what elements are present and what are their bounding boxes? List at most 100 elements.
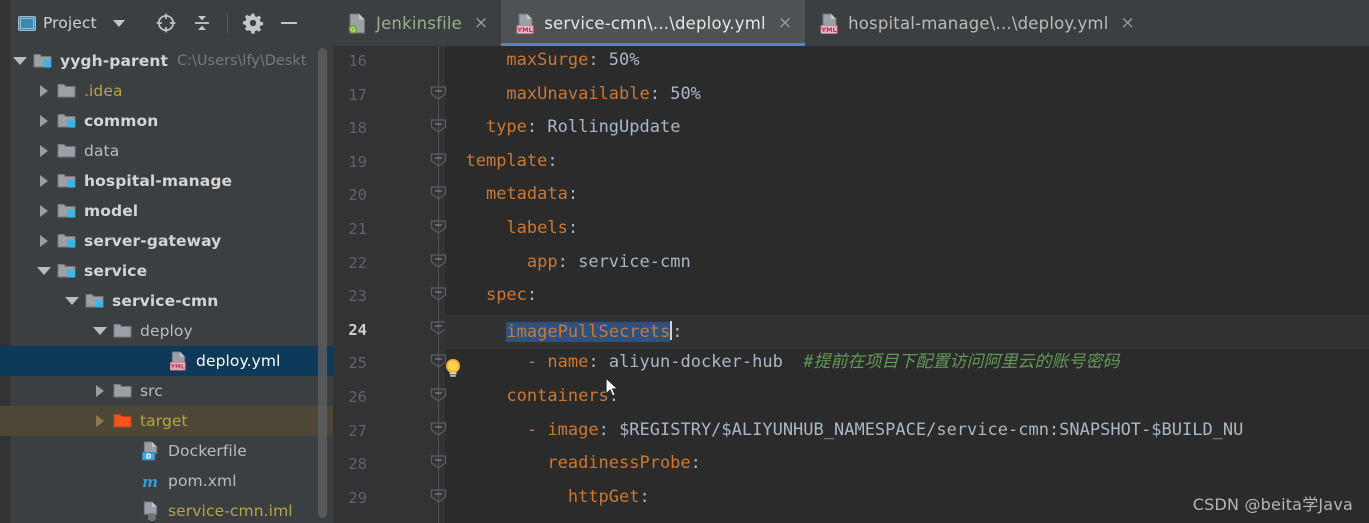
code-line[interactable]: containers: [445, 388, 619, 405]
code-line[interactable]: readinessProbe: [445, 455, 701, 472]
tree-node-label: target [140, 412, 188, 430]
iml-file-icon: _ [141, 501, 161, 521]
tree-node-label: deploy.yml [196, 352, 281, 370]
locate-target-icon[interactable] [155, 12, 177, 34]
module-folder-icon [57, 111, 77, 131]
tree-node-dockerfile[interactable]: D Dockerfile [0, 436, 333, 466]
twisty-expanded-icon[interactable] [36, 263, 52, 279]
twisty-collapsed-icon[interactable] [36, 233, 52, 249]
svg-text:_: _ [149, 515, 153, 521]
tree-node-common[interactable]: common [0, 106, 333, 136]
code-line[interactable]: spec: [445, 287, 537, 304]
tree-node-service-cmn[interactable]: service-cmn [0, 286, 333, 316]
code-editor[interactable]: 16 17 18 19 20 21 22 23 24 25 26 27 28 29 maxSurge: 5… [333, 46, 1369, 523]
line-number: 27 [348, 421, 367, 440]
code-line[interactable]: type: RollingUpdate [445, 119, 681, 136]
tree-node-label: service [84, 262, 148, 280]
tree-node-label: deploy [140, 322, 193, 340]
top-bar: Project G Jenkinsfile × YML service-cmn\… [0, 0, 1369, 46]
tree-node-label: pom.xml [168, 472, 237, 490]
module-folder-icon [57, 261, 77, 281]
line-number: 16 [348, 52, 367, 70]
yml-file-icon: YML [820, 13, 839, 34]
code-line[interactable]: labels: [445, 220, 578, 237]
line-number: 17 [348, 85, 367, 104]
code-line[interactable]: maxSurge: 50% [445, 52, 639, 69]
tree-node-label: server-gateway [84, 232, 222, 250]
tree-node-label: src [140, 382, 163, 400]
code-line[interactable]: httpGet: [445, 488, 650, 506]
tree-node-src[interactable]: src [0, 376, 333, 406]
code-line[interactable]: imagePullSecrets: [445, 320, 682, 342]
settings-gear-icon[interactable] [242, 12, 264, 34]
tree-node-label: .idea [84, 82, 123, 100]
tree-node-label: hospital-manage [84, 172, 233, 190]
line-number: 20 [348, 186, 367, 205]
close-icon[interactable]: × [1121, 14, 1135, 32]
tree-node-target[interactable]: target [0, 406, 333, 436]
close-icon[interactable]: × [778, 14, 792, 32]
project-label: Project [43, 14, 97, 32]
twisty-collapsed-icon[interactable] [36, 143, 52, 159]
tree-node-idea[interactable]: .idea [0, 76, 333, 106]
twisty-none [120, 503, 136, 519]
twisty-expanded-icon[interactable] [12, 53, 28, 69]
svg-text:D: D [146, 453, 152, 461]
line-number: 21 [348, 220, 367, 238]
dropdown-caret-icon[interactable] [112, 19, 125, 27]
code-line[interactable]: - image: $REGISTRY/$ALIYUNHUB_NAMESPACE/… [445, 421, 1244, 439]
yml-file-icon: YML [169, 351, 189, 371]
line-number: 26 [348, 388, 367, 406]
folder-icon [57, 81, 77, 101]
code-line[interactable]: metadata: [445, 186, 578, 203]
tab-jenkinsfile[interactable]: G Jenkinsfile × [333, 0, 501, 46]
tree-node-pom-xml[interactable]: m pom.xml [0, 466, 333, 496]
tree-node-deploy-yml[interactable]: YML deploy.yml [0, 346, 333, 376]
tree-node-label: model [84, 202, 139, 220]
groovy-file-icon: G [348, 13, 367, 34]
tree-node-server-gateway[interactable]: server-gateway [0, 226, 333, 256]
project-toolwindow-header: Project [0, 0, 333, 46]
code-line[interactable]: app: service-cmn [445, 253, 691, 271]
code-line[interactable]: template: [445, 152, 557, 170]
line-number: 22 [348, 253, 367, 272]
twisty-collapsed-icon[interactable] [36, 83, 52, 99]
close-icon[interactable]: × [474, 14, 488, 32]
tree-node-data[interactable]: data [0, 136, 333, 166]
line-number: 25 [348, 354, 367, 373]
tab-label: service-cmn\...\deploy.yml [544, 13, 766, 33]
line-number: 18 [348, 119, 367, 138]
tree-node-deploy[interactable]: deploy [0, 316, 333, 346]
twisty-collapsed-icon[interactable] [36, 173, 52, 189]
module-folder-icon [57, 201, 77, 221]
twisty-collapsed-icon[interactable] [36, 203, 52, 219]
tab-service-cmn-deploy-yml[interactable]: YML service-cmn\...\deploy.yml × [501, 0, 806, 46]
twisty-collapsed-icon[interactable] [92, 383, 108, 399]
project-view-selector[interactable]: Project [18, 14, 125, 32]
collapse-all-icon[interactable] [191, 12, 213, 34]
tree-node-label: yygh-parent [60, 52, 169, 70]
twisty-expanded-icon[interactable] [92, 323, 108, 339]
folder-icon [113, 321, 133, 341]
twisty-expanded-icon[interactable] [64, 293, 80, 309]
tree-node-path: C:\Users\lfy\Deskt [177, 53, 307, 69]
tree-node-model[interactable]: model [0, 196, 333, 226]
code-line[interactable]: - name: aliyun-docker-hub #提前在项目下配置访问阿里云… [445, 354, 1120, 371]
twisty-none [148, 353, 164, 369]
tree-node-yygh-parent[interactable]: yygh-parent C:\Users\lfy\Deskt [0, 46, 333, 76]
intention-bulb-icon[interactable] [443, 357, 463, 379]
hide-minimize-icon[interactable] [278, 12, 300, 34]
twisty-collapsed-icon[interactable] [92, 413, 108, 429]
module-folder-icon [57, 231, 77, 251]
tab-hospital-manage-deploy-yml[interactable]: YML hospital-manage\...\deploy.yml × [805, 0, 1148, 46]
line-number: 24 [348, 320, 367, 339]
project-tree[interactable]: yygh-parent C:\Users\lfy\Deskt .idea common… [0, 46, 333, 523]
tree-node-hospital-manage[interactable]: hospital-manage [0, 166, 333, 196]
code-line[interactable]: maxUnavailable: 50% [445, 85, 701, 103]
twisty-collapsed-icon[interactable] [36, 113, 52, 129]
folder-icon [57, 141, 77, 161]
tree-node-service-cmn-iml[interactable]: _ service-cmn.iml [0, 496, 333, 523]
tree-rows: yygh-parent C:\Users\lfy\Deskt .idea common… [0, 46, 333, 523]
tree-scrollbar[interactable] [318, 48, 327, 518]
tree-node-service[interactable]: service [0, 256, 333, 286]
